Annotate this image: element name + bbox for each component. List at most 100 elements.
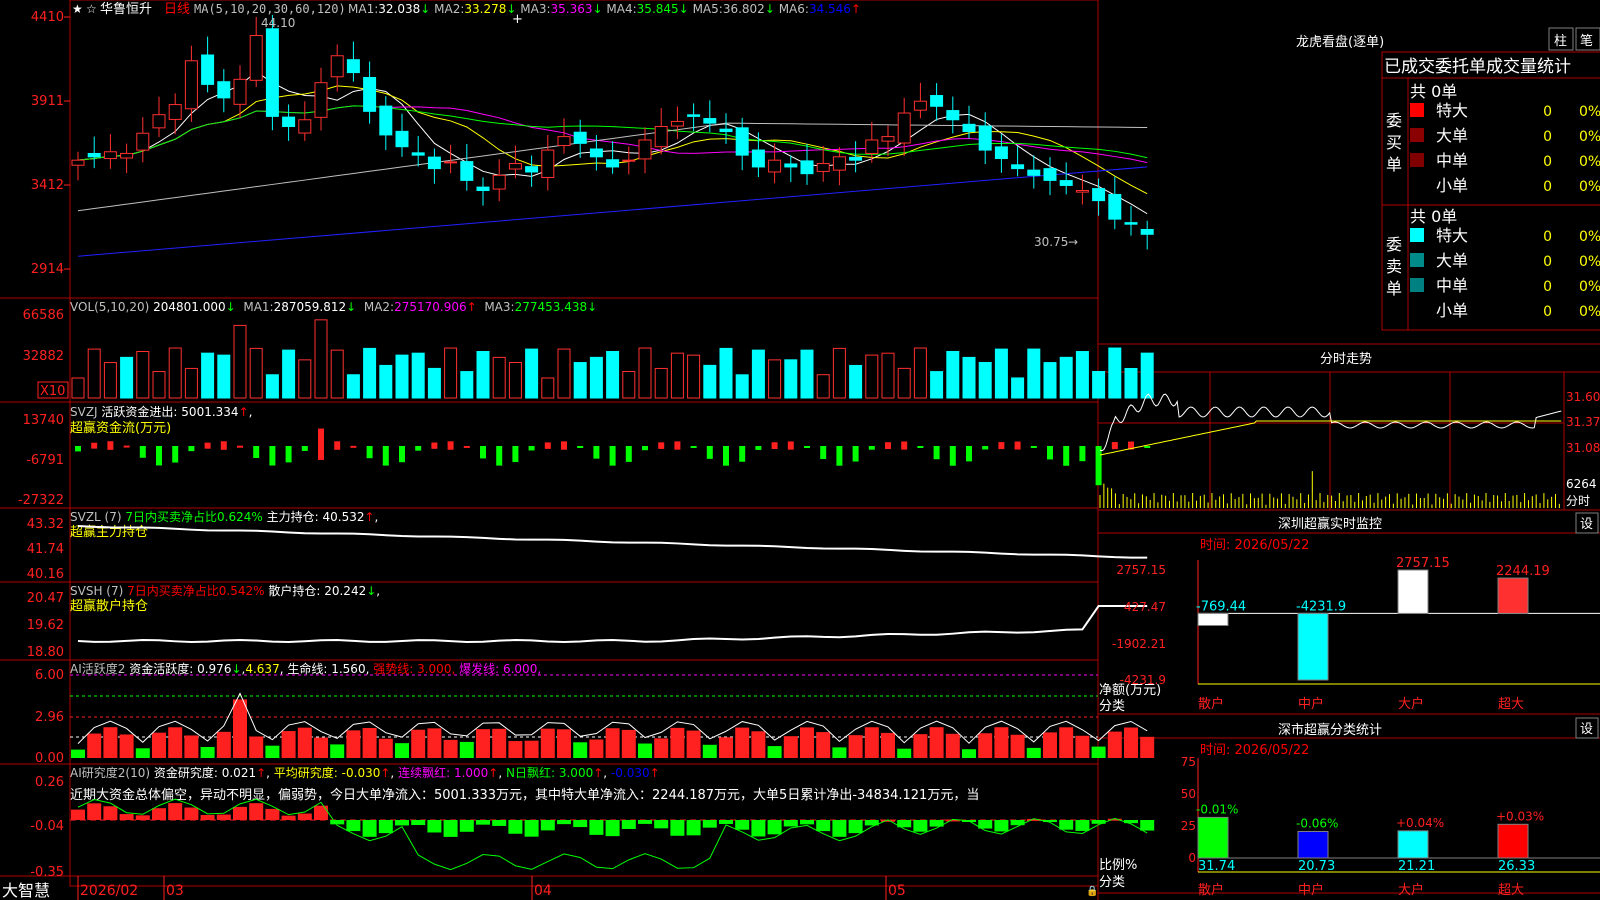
volume-bar[interactable] [670, 352, 684, 399]
lock-icon[interactable]: 🔒 [1086, 885, 1098, 897]
research-bar[interactable] [216, 814, 231, 820]
research-bar[interactable] [200, 814, 215, 820]
research-bar[interactable] [152, 808, 166, 820]
research-bar[interactable] [87, 803, 102, 820]
candle-body[interactable] [1075, 190, 1089, 193]
activity-bar[interactable] [1124, 727, 1138, 758]
flow-bar[interactable] [836, 446, 843, 466]
flow-bar[interactable] [204, 442, 211, 449]
research-bar[interactable] [281, 815, 296, 820]
volume-bars[interactable] [71, 319, 1154, 399]
flow-bar[interactable] [609, 446, 616, 466]
activity-bar[interactable] [573, 742, 588, 758]
activity-bar[interactable] [1059, 727, 1074, 758]
volume-bar[interactable] [379, 364, 393, 399]
flow-bar[interactable] [415, 446, 422, 451]
flow-bar[interactable] [512, 446, 519, 463]
activity-bar[interactable] [119, 734, 134, 758]
candle-body[interactable] [379, 105, 393, 136]
candle-body[interactable] [589, 148, 603, 158]
volume-bar[interactable] [638, 347, 652, 399]
candle-body[interactable] [476, 186, 490, 192]
research-bar[interactable] [297, 813, 312, 820]
volume-bar[interactable] [622, 371, 636, 399]
candle-body[interactable] [87, 153, 101, 158]
volume-bar[interactable] [930, 371, 944, 399]
research-bar[interactable] [119, 814, 134, 820]
candle-body[interactable] [735, 127, 749, 156]
sz-stats-bar[interactable] [1197, 816, 1229, 859]
research-bar[interactable] [346, 820, 361, 832]
flow-bar[interactable] [771, 442, 778, 449]
activity-bar[interactable] [557, 729, 571, 758]
research-bar[interactable] [800, 820, 814, 825]
volume-bar[interactable] [314, 319, 328, 399]
research-bar[interactable] [1140, 820, 1155, 831]
flow-bar[interactable] [123, 445, 130, 448]
activity-bar[interactable] [670, 727, 685, 758]
research-bar[interactable] [783, 820, 798, 827]
candle-body[interactable] [865, 139, 879, 154]
activity-bar[interactable] [492, 728, 507, 758]
volume-bar[interactable] [233, 324, 247, 399]
volume-bar[interactable] [849, 364, 863, 399]
activity-bar[interactable] [184, 735, 199, 758]
flow-bar[interactable] [868, 446, 875, 450]
volume-bar[interactable] [525, 348, 539, 399]
flow-bar[interactable] [1095, 446, 1102, 486]
research-bar[interactable] [395, 820, 409, 826]
activity-bar[interactable] [751, 731, 766, 758]
flow-bar[interactable] [399, 446, 405, 463]
sz-stats-bar[interactable] [1497, 823, 1529, 859]
candle-body[interactable] [152, 114, 166, 129]
research-bar[interactable] [816, 820, 831, 832]
volume-bar[interactable] [265, 374, 279, 399]
volume-bar[interactable] [427, 367, 441, 399]
retail-holding-polyline[interactable] [77, 605, 1148, 644]
volume-bar[interactable] [460, 371, 474, 399]
candle-body[interactable] [508, 163, 522, 170]
activity-bar[interactable] [621, 729, 636, 758]
flow-bar[interactable] [658, 442, 665, 449]
research-bar[interactable] [443, 820, 458, 837]
flow-bar[interactable] [480, 446, 486, 459]
research-bar[interactable] [459, 820, 474, 832]
research-bar[interactable] [913, 820, 928, 832]
flow-bar[interactable] [852, 446, 859, 462]
intraday-price-line[interactable] [1099, 393, 1562, 452]
activity-bar[interactable] [281, 731, 296, 758]
activity-bar[interactable] [702, 744, 717, 758]
main-holding-polyline[interactable] [77, 525, 1148, 559]
volume-bar[interactable] [1108, 347, 1122, 399]
candle-body[interactable] [265, 28, 279, 117]
activity-bar[interactable] [816, 732, 831, 758]
stock-chart-canvas[interactable]: ★ ☆ 华鲁恒升 日线 MA(5,10,20,30,60,120) MA1:32… [0, 0, 1600, 900]
flow-bar[interactable] [188, 446, 195, 452]
volume-bar[interactable] [541, 377, 555, 399]
research-bar[interactable] [1075, 820, 1090, 831]
flow-bar[interactable] [285, 446, 292, 463]
volume-bar[interactable] [330, 349, 344, 399]
flow-bar[interactable] [642, 446, 648, 451]
activity-bar[interactable] [945, 733, 960, 758]
candle-body[interactable] [606, 159, 620, 168]
research-bar[interactable] [476, 820, 490, 825]
volume-bar[interactable] [71, 377, 85, 399]
volume-bar[interactable] [913, 347, 927, 399]
flow-bar[interactable] [755, 446, 762, 450]
volume-bar[interactable] [1027, 348, 1041, 399]
candle-body[interactable] [136, 132, 150, 151]
volume-bar[interactable] [363, 347, 377, 399]
research-bar[interactable] [994, 820, 1009, 832]
research-bar[interactable] [589, 820, 604, 835]
volume-bar[interactable] [719, 347, 733, 399]
flow-bar[interactable] [674, 441, 681, 450]
volume-bar[interactable] [881, 352, 895, 399]
activity-bar[interactable] [881, 732, 895, 758]
sz-monitor-chart[interactable]: 2757.15 427.47 -1902.21 -4231.9 -769.44 散户 -42… [1112, 556, 1600, 712]
activity-bar[interactable] [378, 738, 393, 758]
candle-body[interactable] [978, 125, 992, 151]
research-bar[interactable] [411, 820, 426, 826]
flow-bar[interactable] [690, 446, 697, 448]
research-bar[interactable] [103, 806, 118, 820]
